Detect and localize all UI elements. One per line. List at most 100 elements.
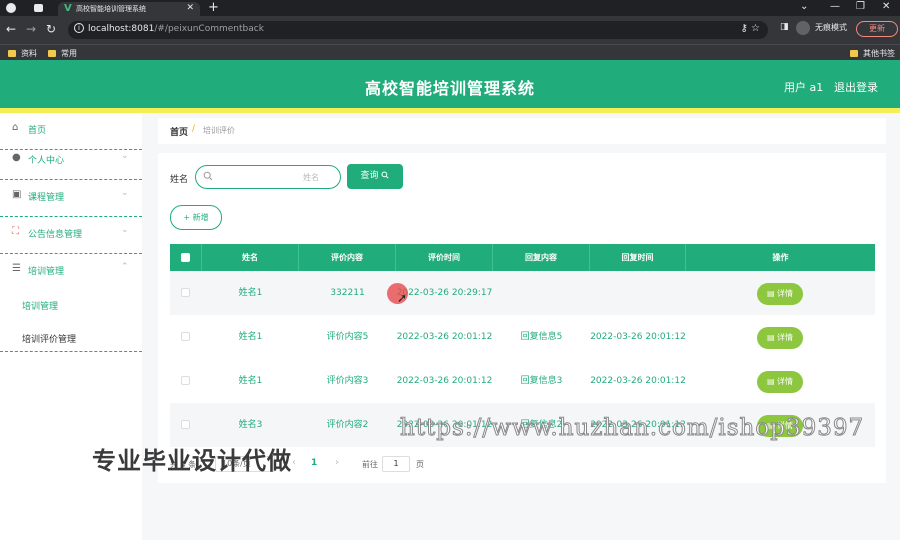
page-number-current[interactable]: 1 bbox=[311, 458, 317, 468]
watermark-text: 专业毕业设计代做 bbox=[92, 447, 292, 475]
back-icon[interactable]: ← bbox=[6, 22, 16, 36]
chevron-down-icon: ⌄ bbox=[121, 151, 129, 161]
table-header: 姓名 评价内容 评价时间 回复内容 回复时间 操作 bbox=[170, 244, 875, 271]
add-button[interactable]: + 新增 bbox=[170, 205, 222, 230]
breadcrumb-home[interactable]: 首页 bbox=[170, 125, 188, 138]
cell-reply-time: 2022-03-26 20:01:12 bbox=[590, 375, 686, 386]
detail-button[interactable]: ▤ 详情 bbox=[757, 283, 803, 305]
new-tab-icon[interactable]: + bbox=[208, 0, 219, 15]
sidebar-divider bbox=[0, 351, 142, 352]
column-header: 评价时间 bbox=[396, 244, 493, 271]
detail-button-label: 详情 bbox=[777, 333, 794, 342]
cell-name: 姓名1 bbox=[238, 287, 263, 298]
prev-page-icon[interactable]: ‹ bbox=[292, 457, 296, 468]
cell-reply bbox=[493, 271, 590, 315]
tab-close-icon[interactable]: ✕ bbox=[186, 3, 194, 13]
url-host: localhost:8081 bbox=[88, 24, 155, 34]
column-header: 操作 bbox=[772, 253, 789, 262]
minimize-icon[interactable]: — bbox=[830, 1, 840, 12]
chevron-down-icon: ⌄ bbox=[121, 225, 129, 235]
detail-button[interactable]: ▤ 详情 bbox=[757, 327, 803, 349]
detail-icon: ▤ bbox=[766, 333, 775, 342]
maximize-icon[interactable]: ❐ bbox=[856, 1, 865, 12]
incognito-icon bbox=[796, 21, 810, 35]
close-window-icon[interactable]: ✕ bbox=[882, 1, 890, 12]
detail-icon: ▤ bbox=[766, 289, 775, 298]
cell-reply: 回复信息5 bbox=[520, 331, 563, 342]
cell-reply-time bbox=[590, 271, 686, 315]
browser-menu-icon[interactable] bbox=[6, 3, 16, 13]
column-header: 回复内容 bbox=[493, 244, 590, 271]
cell-content: 332211 bbox=[330, 287, 365, 298]
sidebar-item-label: 公告信息管理 bbox=[28, 230, 83, 240]
detail-button-label: 详情 bbox=[777, 289, 794, 298]
sidebar-subitem-training[interactable]: 培训管理 bbox=[22, 299, 58, 312]
list-icon: ☰ bbox=[12, 263, 21, 274]
row-checkbox[interactable] bbox=[181, 332, 190, 341]
app-title: 高校智能培训管理系统 bbox=[364, 79, 535, 98]
sidebar-item-label: 课程管理 bbox=[28, 193, 65, 203]
key-star-icons[interactable]: ⚷ ☆ bbox=[741, 23, 760, 34]
cell-name: 姓名1 bbox=[238, 331, 263, 342]
home-icon: ⌂ bbox=[12, 122, 19, 133]
cell-time: 2022-03-26 20:29:17 bbox=[396, 287, 493, 298]
url-field[interactable]: i localhost:8081/#/peixunCommentback ⚷ ☆ bbox=[68, 21, 768, 39]
current-user: 用户 a1 bbox=[784, 81, 824, 94]
other-bookmarks[interactable]: 其他书签 bbox=[850, 48, 895, 59]
cell-content: 评价内容5 bbox=[326, 331, 369, 342]
vue-favicon-icon: V bbox=[64, 3, 72, 14]
goto-label: 前往 bbox=[362, 460, 378, 469]
column-header: 评价内容 bbox=[299, 244, 396, 271]
search-icon bbox=[203, 171, 213, 181]
bookmark-folder-2[interactable]: 常用 bbox=[48, 48, 77, 59]
frame-icon: ⛶ bbox=[12, 226, 19, 237]
sidebar-item-courses[interactable]: ▣ 课程管理 ⌄ bbox=[0, 180, 142, 217]
sidebar-item-label: 首页 bbox=[28, 126, 47, 136]
query-button[interactable]: 查询 bbox=[347, 164, 403, 189]
browser-tab-active[interactable]: V 高校智能培训管理系统 ✕ bbox=[58, 2, 200, 16]
site-info-icon[interactable]: i bbox=[74, 23, 84, 33]
breadcrumb-separator: / bbox=[192, 124, 196, 134]
cell-time: 2022-03-26 20:01:12 bbox=[396, 375, 493, 386]
goto-unit: 页 bbox=[416, 460, 424, 469]
next-page-icon[interactable]: › bbox=[335, 457, 339, 468]
sidebar-subitem-evaluation[interactable]: 培训评价管理 bbox=[22, 332, 76, 345]
sidebar-item-notices[interactable]: ⛶ 公告信息管理 ⌄ bbox=[0, 217, 142, 254]
column-header: 姓名 bbox=[202, 244, 299, 271]
sidebar-item-training[interactable]: ☰ 培训管理 ⌃ bbox=[0, 254, 142, 291]
column-header: 回复时间 bbox=[590, 244, 686, 271]
bookmark-label: 其他书签 bbox=[863, 49, 895, 58]
goto-page-input[interactable]: 1 bbox=[382, 456, 410, 472]
query-button-label: 查询 bbox=[360, 171, 379, 181]
tab-strip-icon[interactable] bbox=[34, 4, 43, 12]
table-row: 姓名1 332211 2022-03-26 20:29:17 ▤ 详情 bbox=[170, 271, 875, 315]
bookmark-folder-1[interactable]: 资料 bbox=[8, 48, 37, 59]
folder-icon bbox=[850, 50, 858, 57]
detail-icon: ▤ bbox=[766, 377, 775, 386]
sidebar-item-personal[interactable]: ● 个人中心 ⌄ bbox=[0, 143, 142, 180]
search-label: 姓名 bbox=[170, 175, 189, 185]
logout-link[interactable]: 退出登录 bbox=[834, 79, 878, 95]
watermark-url: https://www.huzhan.com/ishop39397 bbox=[399, 415, 865, 442]
detail-button[interactable]: ▤ 详情 bbox=[757, 371, 803, 393]
cell-reply-time: 2022-03-26 20:01:12 bbox=[590, 331, 686, 342]
row-checkbox[interactable] bbox=[181, 376, 190, 385]
reload-icon[interactable]: ↻ bbox=[46, 22, 56, 36]
sidebar-item-label: 培训管理 bbox=[28, 267, 65, 277]
row-checkbox[interactable] bbox=[181, 288, 190, 297]
profile-label[interactable]: 无痕模式 bbox=[815, 22, 847, 33]
folder-icon bbox=[8, 50, 16, 57]
search-icon bbox=[381, 171, 389, 179]
search-input[interactable]: 姓名 bbox=[195, 165, 341, 189]
sidepanel-icon[interactable]: ◨ bbox=[780, 22, 789, 32]
address-bar-row: ← → ↻ i localhost:8081/#/peixunCommentba… bbox=[0, 16, 900, 44]
folder-icon bbox=[48, 50, 56, 57]
update-button[interactable]: 更新 bbox=[856, 21, 898, 37]
cell-time: 2022-03-26 20:01:12 bbox=[396, 331, 493, 342]
row-checkbox[interactable] bbox=[181, 420, 190, 429]
search-placeholder: 姓名 bbox=[303, 173, 319, 182]
breadcrumb-current: 培训评价 bbox=[203, 126, 235, 135]
forward-icon[interactable]: → bbox=[26, 22, 36, 36]
tab-search-icon[interactable]: ⌄ bbox=[800, 1, 808, 12]
select-all-checkbox[interactable] bbox=[181, 253, 190, 262]
